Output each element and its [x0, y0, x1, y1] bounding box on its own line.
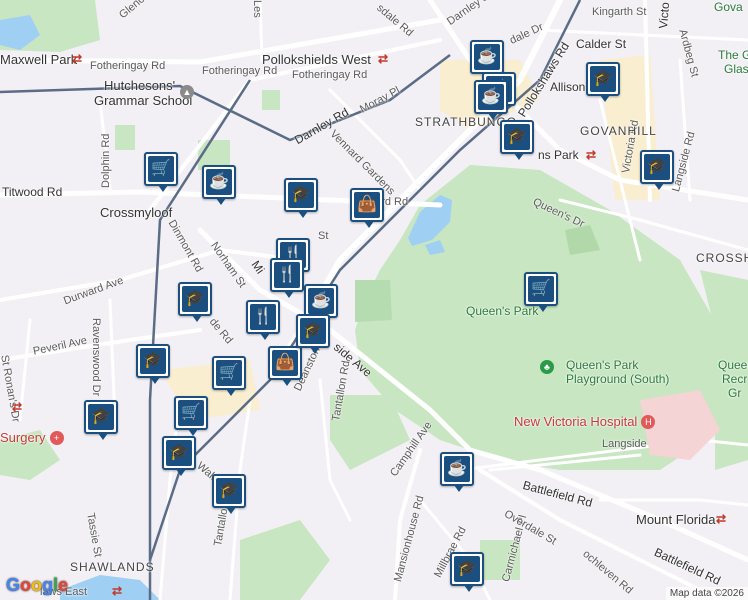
place-label: Queen's Park: [466, 304, 539, 318]
restaurant-icon: 🍴: [274, 262, 300, 288]
place-label: Recr: [722, 372, 748, 386]
place-label: Gova: [714, 0, 743, 14]
place-label: SHAWLANDS: [70, 560, 155, 574]
place-label: Maxwell Park: [0, 52, 78, 67]
street-label: St: [318, 230, 329, 242]
rail-station-icon: ⇄: [716, 512, 727, 526]
street-label: Allison: [550, 80, 586, 94]
place-label: Gr: [728, 386, 742, 400]
school-marker[interactable]: 🎓: [162, 436, 196, 476]
school-marker[interactable]: 🎓: [640, 150, 674, 190]
street-label: Langside: [602, 438, 647, 450]
street-label: Titwood Rd: [2, 185, 63, 199]
google-logo: Google: [6, 575, 69, 595]
street-label: ns Park: [538, 148, 579, 162]
park-poi-label: Queen's Park: [566, 358, 639, 372]
school-marker[interactable]: 🎓: [500, 120, 534, 160]
school-marker[interactable]: 🎓: [586, 62, 620, 102]
cafe-icon: ☕: [308, 288, 334, 314]
school-icon: 🎓: [590, 66, 616, 92]
school-marker[interactable]: 🎓: [84, 400, 118, 440]
shopping-cart-icon: 🛒: [148, 156, 174, 182]
rail-station-icon: ⇄: [12, 400, 23, 414]
school-marker[interactable]: 🎓: [296, 314, 330, 354]
street-label: Calder St: [576, 37, 627, 51]
shopping-cart-icon: 🛒: [216, 360, 242, 386]
street-label: Ravenswood Dr: [90, 318, 102, 397]
cafe-marker[interactable]: ☕: [470, 40, 504, 80]
surgery-poi[interactable]: Surgery +: [0, 430, 64, 445]
hospital-poi[interactable]: New Victoria Hospital H: [514, 414, 656, 429]
place-label: Mount Florida: [636, 512, 716, 527]
rail-station-icon: ⇄: [586, 148, 597, 162]
street-label: Dolphin Rd: [100, 133, 112, 188]
surgery-label: Surgery: [0, 430, 46, 445]
shopping-cart-marker[interactable]: 🛒: [524, 272, 558, 312]
tree-icon: ♣: [540, 360, 554, 374]
street-label: Fotheringay Rd: [90, 60, 166, 72]
school-marker[interactable]: 🎓: [450, 552, 484, 592]
school-icon: 🎓: [644, 154, 670, 180]
rail-station-icon: ⇄: [378, 52, 389, 66]
shopping-cart-icon: 🛒: [178, 400, 204, 426]
cafe-icon: ☕: [206, 169, 232, 195]
school-icon: ▲: [180, 85, 194, 99]
cafe-icon: ☕: [444, 456, 470, 482]
school-icon: 🎓: [140, 348, 166, 374]
shopping-bag-icon: 👜: [272, 350, 298, 376]
cafe-marker[interactable]: ☕: [474, 80, 508, 120]
shopping-cart-marker[interactable]: 🛒: [212, 356, 246, 396]
school-label: Hutchesons': [104, 78, 176, 93]
place-label: Pollokshields West: [262, 52, 371, 67]
shopping-cart-marker[interactable]: 🛒: [174, 396, 208, 436]
shopping-cart-icon: 🛒: [528, 276, 554, 302]
place-label: The G: [718, 48, 748, 62]
shopping-bag-marker[interactable]: 👜: [350, 188, 384, 228]
street-label: Fotheringay Rd: [292, 69, 368, 81]
hospital-icon: H: [641, 414, 656, 429]
place-label: Queen: [718, 358, 748, 372]
restaurant-icon: 🍴: [250, 304, 276, 330]
school-icon: 🎓: [454, 556, 480, 582]
school-marker[interactable]: 🎓: [212, 474, 246, 514]
street-label: Victo: [656, 1, 673, 30]
hospital-label: New Victoria Hospital: [514, 414, 638, 429]
map-attribution[interactable]: Map data ©2026: [665, 587, 748, 600]
school-marker[interactable]: 🎓: [284, 178, 318, 218]
restaurant-marker[interactable]: 🍴: [246, 300, 280, 340]
street-label: Les: [251, 0, 263, 18]
cafe-marker[interactable]: ☕: [440, 452, 474, 492]
school-icon: 🎓: [88, 404, 114, 430]
school-icon: 🎓: [182, 286, 208, 312]
place-label: Crossmyloof: [100, 205, 173, 220]
shopping-bag-marker[interactable]: 👜: [268, 346, 302, 386]
school-icon: 🎓: [288, 182, 314, 208]
school-icon: 🎓: [216, 478, 242, 504]
cafe-marker[interactable]: ☕: [304, 284, 338, 324]
street-label: Kingarth St: [592, 6, 647, 18]
school-poi[interactable]: ▲: [180, 85, 194, 99]
cafe-marker[interactable]: ☕: [202, 165, 236, 205]
school-icon: 🎓: [504, 124, 530, 150]
shopping-bag-icon: 👜: [354, 192, 380, 218]
shopping-cart-marker[interactable]: 🛒: [144, 152, 178, 192]
place-label: Glas: [724, 62, 748, 76]
school-label: Grammar School: [94, 93, 193, 108]
school-icon: 🎓: [300, 318, 326, 344]
cafe-icon: ☕: [474, 44, 500, 70]
restaurant-marker[interactable]: 🍴: [270, 258, 304, 298]
place-label: CROSSH: [696, 251, 748, 265]
school-marker[interactable]: 🎓: [136, 344, 170, 384]
cafe-icon: ☕: [478, 84, 504, 110]
rail-station-icon: ⇄: [112, 584, 123, 598]
hospital-icon: +: [49, 430, 64, 445]
rail-station-icon: ⇄: [72, 52, 83, 66]
park-poi-label: Playground (South): [566, 372, 670, 386]
school-marker[interactable]: 🎓: [178, 282, 212, 322]
park-poi[interactable]: ♣: [540, 360, 554, 374]
school-icon: 🎓: [166, 440, 192, 466]
place-label: GOVANHILL: [580, 124, 657, 138]
